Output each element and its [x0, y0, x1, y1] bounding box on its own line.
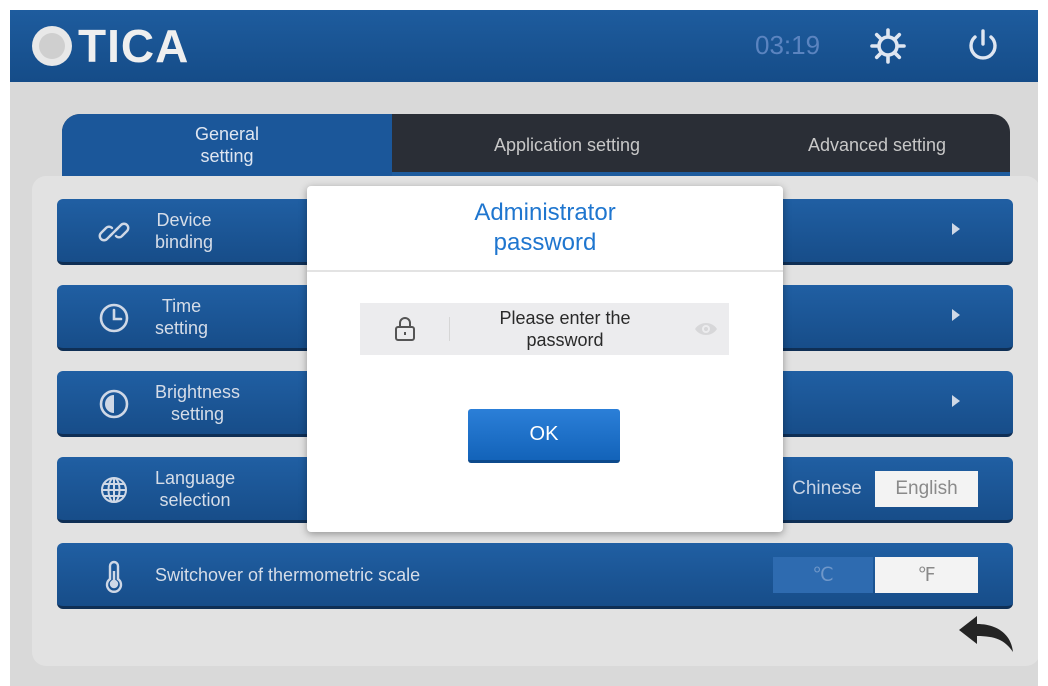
globe-icon [97, 473, 131, 507]
tab-advanced-setting[interactable]: Advanced setting [752, 114, 1002, 176]
lock-icon [392, 316, 418, 342]
clock: 03:19 [755, 30, 821, 60]
eye-icon[interactable] [693, 318, 719, 340]
row-label-language-selection: Language selection [155, 467, 236, 510]
language-option-english[interactable]: English [875, 471, 978, 507]
password-input[interactable]: Please enter the password [460, 303, 670, 355]
tica-logo: TICA [32, 20, 190, 72]
celsius-option[interactable]: ℃ [773, 557, 873, 593]
tab-general-setting[interactable]: General setting [62, 114, 392, 176]
row-label-device-binding: Device binding [155, 209, 214, 252]
power-icon[interactable] [963, 26, 1003, 66]
row-temperature-scale: Switchover of thermometric scale ℃ ℉ [57, 543, 1013, 609]
app-screen: TICA 03:19 General setting Application s… [10, 10, 1038, 686]
settings-tabs: General setting Application setting Adva… [62, 114, 1010, 176]
language-option-chinese[interactable]: Chinese [783, 471, 871, 507]
admin-password-dialog: Administrator password Please enter the … [307, 186, 783, 532]
field-divider [449, 317, 450, 341]
top-bar: TICA 03:19 [10, 10, 1038, 82]
back-arrow-icon[interactable] [955, 612, 1017, 654]
password-field[interactable]: Please enter the password [360, 303, 729, 355]
dialog-title: Administrator password [307, 186, 783, 272]
thermometer-icon [97, 559, 131, 593]
chevron-right-icon [952, 395, 960, 407]
clock-icon [97, 301, 131, 335]
row-label-temperature-scale: Switchover of thermometric scale [155, 564, 421, 585]
row-label-time-setting: Time setting [155, 295, 209, 338]
gear-icon[interactable] [868, 26, 908, 66]
row-label-brightness-setting: Brightness setting [155, 381, 241, 424]
ok-button[interactable]: OK [468, 409, 620, 463]
logo-mark [32, 26, 72, 66]
fahrenheit-option[interactable]: ℉ [875, 557, 978, 593]
brand-name: TICA [78, 20, 190, 72]
brightness-icon [97, 387, 131, 421]
link-icon [97, 215, 131, 249]
chevron-right-icon [952, 309, 960, 321]
chevron-right-icon [952, 223, 960, 235]
tab-application-setting[interactable]: Application setting [392, 114, 742, 176]
